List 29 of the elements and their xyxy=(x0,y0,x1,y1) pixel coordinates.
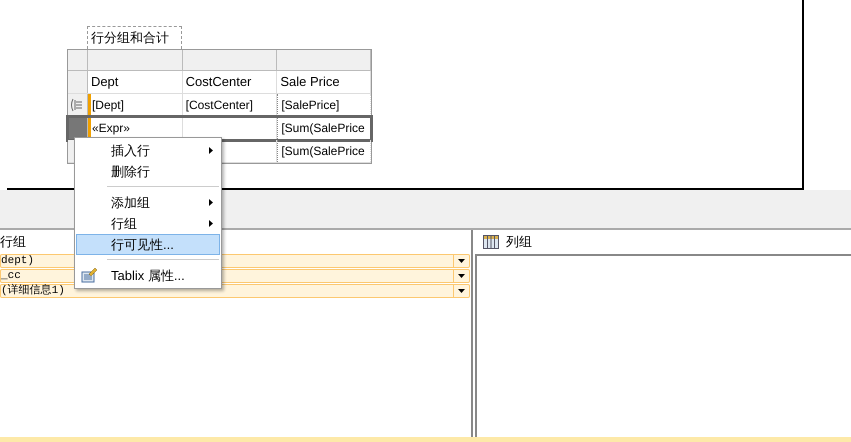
table-cell-text: [Sum(SalePrice xyxy=(281,120,365,137)
dropdown-arrow-icon xyxy=(458,259,465,263)
column-grid-icon xyxy=(483,235,499,249)
menu-item[interactable]: 行组 xyxy=(76,213,220,234)
menu-item[interactable]: 删除行 xyxy=(76,161,220,182)
table-cell-text: «Expr» xyxy=(92,120,130,137)
row-groups-title: 行组 xyxy=(0,233,26,252)
table-title: 行分组和合计 xyxy=(91,29,169,48)
submenu-arrow-icon xyxy=(209,220,213,227)
table-cell-text: [SalePrice] xyxy=(281,97,340,114)
column-header: CostCenter xyxy=(186,73,252,92)
table-cell-text: [CostCenter] xyxy=(186,97,253,114)
menu-item[interactable]: 添加组 xyxy=(76,192,220,213)
menu-item[interactable]: 插入行 xyxy=(76,140,220,161)
menu-item[interactable]: 行可见性... xyxy=(76,234,220,255)
row-handle[interactable] xyxy=(68,94,88,116)
group-icon xyxy=(70,98,84,112)
dropdown-arrow-icon xyxy=(458,289,465,293)
table-cell-text: [Sum(SalePrice xyxy=(281,143,365,160)
column-header: Sale Price xyxy=(280,73,340,92)
dropdown-arrow-icon xyxy=(458,274,465,278)
row-handle[interactable] xyxy=(68,117,88,139)
submenu-arrow-icon xyxy=(209,199,213,206)
submenu-arrow-icon xyxy=(209,147,213,154)
column-groups-title: 列组 xyxy=(506,233,532,252)
table-cell-text: [Dept] xyxy=(92,97,124,114)
row-handle[interactable] xyxy=(68,71,88,93)
properties-icon xyxy=(81,268,98,283)
column-header: Dept xyxy=(90,73,118,92)
